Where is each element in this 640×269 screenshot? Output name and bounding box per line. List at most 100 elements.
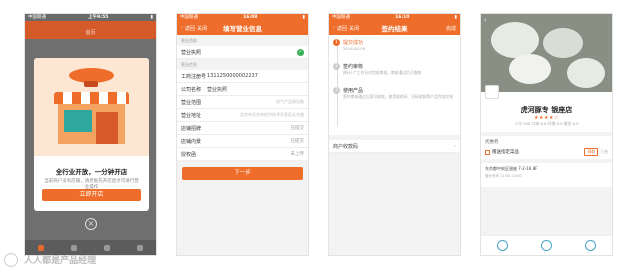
company-label: 公司名称 bbox=[181, 86, 202, 93]
qr-code-row[interactable]: 商户收款码 › bbox=[329, 140, 460, 153]
store-title-block: 虎河豚专 银座店 ★★★★☆ 人均 ¥98 口味 8.8 环境 8.9 服务 8… bbox=[481, 92, 612, 132]
store-meta: 人均 ¥98 口味 8.8 环境 8.9 服务 8.9 bbox=[514, 121, 579, 126]
close-label[interactable]: 关闭 bbox=[349, 25, 359, 32]
status-bar: 中国联通 16:08 ▮ bbox=[177, 14, 308, 21]
plate-shape bbox=[509, 54, 551, 84]
battery-icon: ▮ bbox=[150, 15, 153, 20]
reg-number-value: 1311250000002237 bbox=[207, 73, 258, 79]
tab-messages-icon[interactable] bbox=[103, 244, 110, 251]
license-row[interactable]: 营业执照 ✓ bbox=[177, 46, 308, 59]
carrier-label: 中国联通 bbox=[28, 15, 46, 20]
phone-screen-store-detail: ‹ 虎河豚专 银座店 ★★★★☆ 人均 ¥98 口味 8.8 环境 8.9 服务… bbox=[480, 13, 613, 256]
tab-orders-icon[interactable] bbox=[71, 244, 78, 251]
promo-header: 优惠券 bbox=[485, 140, 499, 145]
sign-row[interactable]: 店铺招牌 已提交 bbox=[177, 122, 308, 135]
watermark-logo-icon bbox=[4, 253, 18, 267]
battery-icon: ▮ bbox=[302, 15, 305, 20]
step-number: 2 bbox=[333, 63, 340, 70]
scope-row[interactable]: 营业范围 电气产品和设备 bbox=[177, 96, 308, 109]
address-row[interactable]: 营业地址 北京市北京市经济技术开发区太合路 bbox=[177, 109, 308, 122]
authorization-value: 未上传 bbox=[290, 152, 305, 157]
store-illustration bbox=[34, 58, 149, 156]
close-icon[interactable]: × bbox=[85, 218, 97, 230]
watermark-text: 人人都是产品经理 bbox=[24, 255, 97, 266]
open-store-modal: 全行业开放，一分钟开店 当前商户没有店铺，请老板先开店后才可进行营业操作 立即开… bbox=[34, 58, 149, 211]
step-number: 3 bbox=[333, 87, 340, 94]
close-label[interactable]: 关闭 bbox=[197, 25, 207, 32]
timeline-step: 1 提交成功 2016-08-09 bbox=[333, 39, 456, 51]
blimp-icon bbox=[69, 68, 114, 87]
carrier-label: 中国联通 bbox=[180, 15, 198, 20]
authorization-row[interactable]: 授权函 未上传 bbox=[177, 148, 308, 161]
sign-label: 店铺招牌 bbox=[181, 125, 202, 132]
address-section[interactable]: 东京都中央区银座 7-2-16 8F 营业时间 11:00-23:00 bbox=[481, 163, 612, 187]
promo-item[interactable]: 赠送指定菜品 领取 已售 bbox=[485, 148, 608, 156]
back-button[interactable]: ‹ 返回 关闭 bbox=[333, 25, 359, 32]
shop-door-shape bbox=[96, 112, 118, 144]
modal-text: 全行业开放，一分钟开店 当前商户没有店铺，请老板先开店后才可进行营业操作 bbox=[34, 156, 149, 191]
timeline-line bbox=[337, 45, 338, 127]
back-button[interactable]: ‹ 返回 关闭 bbox=[181, 25, 207, 32]
step-name: 使用产品 bbox=[343, 88, 364, 94]
nav-bar: ‹ 返回 关闭 填写营业信息 bbox=[177, 21, 308, 35]
sign-value: 已提交 bbox=[290, 126, 305, 131]
nav-bar: ‹ 返回 关闭 签约结果 完成 bbox=[329, 21, 460, 35]
tab-profile-icon[interactable] bbox=[136, 244, 143, 251]
authorization-label: 授权函 bbox=[181, 151, 197, 158]
done-button[interactable]: 完成 bbox=[446, 25, 456, 32]
watermark: 人人都是产品经理 bbox=[4, 253, 97, 267]
status-bar: 中国联通 16:10 ▮ bbox=[329, 14, 460, 21]
sold-label: 已售 bbox=[600, 149, 608, 154]
step-number: 1 bbox=[333, 39, 340, 46]
status-time: 16:10 bbox=[395, 15, 410, 20]
phone-screen-business-info: 中国联通 16:08 ▮ ‹ 返回 关闭 填写营业信息 营业资质 营业执照 ✓ … bbox=[176, 13, 309, 256]
store-name: 虎河豚专 银座店 bbox=[520, 106, 573, 114]
plate-shape bbox=[567, 58, 605, 88]
promo-item-label: 赠送指定菜品 bbox=[492, 150, 519, 155]
check-icon: ✓ bbox=[297, 48, 304, 56]
interior-label: 店铺内景 bbox=[181, 138, 202, 145]
company-row[interactable]: 公司名称 营业执照 bbox=[177, 83, 308, 96]
status-time: 16:08 bbox=[243, 15, 258, 20]
store-address: 东京都中央区银座 7-2-16 8F bbox=[485, 166, 538, 171]
share-icon[interactable] bbox=[584, 240, 596, 251]
tab-home-icon[interactable] bbox=[38, 244, 45, 251]
store-photo: ‹ bbox=[481, 14, 612, 92]
scope-value: 电气产品和设备 bbox=[276, 99, 304, 104]
open-store-button[interactable]: 立即开店 bbox=[42, 189, 141, 201]
reg-number-label: 工商注册号 bbox=[181, 73, 207, 80]
step-desc: 预计1个工作日内完成审核，审核通过后可收款 bbox=[343, 70, 422, 75]
coupon-icon bbox=[485, 149, 490, 155]
phone-icon[interactable] bbox=[497, 240, 509, 251]
reg-number-row[interactable]: 工商注册号 1311250000002237 bbox=[177, 70, 308, 83]
address-label: 营业地址 bbox=[181, 112, 202, 119]
step-desc: 2016-08-09 bbox=[343, 46, 366, 51]
shop-window-shape bbox=[64, 110, 92, 132]
modal-title: 全行业开放，一分钟开店 bbox=[55, 168, 128, 176]
phone-screen-sign-result: 中国联通 16:10 ▮ ‹ 返回 关闭 签约结果 完成 1 提交成功 2016… bbox=[328, 13, 461, 256]
store-logo bbox=[485, 85, 499, 99]
back-icon[interactable]: ‹ bbox=[484, 17, 486, 24]
action-bar bbox=[481, 235, 612, 255]
interior-row[interactable]: 店铺内景 已提交 bbox=[177, 135, 308, 148]
home-title: 首页 bbox=[85, 30, 96, 36]
claim-button[interactable]: 领取 bbox=[584, 148, 599, 156]
next-button[interactable]: 下一步 bbox=[182, 167, 303, 180]
battery-icon: ▮ bbox=[454, 15, 457, 20]
business-hours: 营业时间 11:00-23:00 bbox=[485, 174, 522, 178]
timeline-step: 3 使用产品 签约审核通过后即可收款，使用收款码、扫码收款等产品完成交易 bbox=[333, 87, 456, 99]
progress-timeline: 1 提交成功 2016-08-09 2 签约审核 预计1个工作日内完成审核，审核… bbox=[329, 35, 460, 135]
back-label: 返回 bbox=[337, 25, 348, 32]
license-label: 营业执照 bbox=[181, 49, 202, 56]
plate-shape bbox=[543, 28, 583, 58]
chevron-left-icon: ‹ bbox=[333, 25, 335, 31]
status-bar: 中国联通 上午9:55 ▮ bbox=[25, 14, 156, 21]
screenshot-stage: 中国联通 上午9:55 ▮ 首页 全行业开放，一分钟开店 当前商户没有店铺，请老… bbox=[0, 0, 640, 269]
step-name: 提交成功 bbox=[343, 40, 364, 46]
navigate-icon[interactable] bbox=[540, 240, 552, 251]
section-label-qualification: 营业资质 bbox=[181, 38, 197, 43]
step-name: 签约审核 bbox=[343, 64, 364, 70]
chevron-left-icon: ‹ bbox=[181, 25, 183, 31]
scope-label: 营业范围 bbox=[181, 99, 202, 106]
promo-section: 优惠券 赠送指定菜品 领取 已售 bbox=[481, 136, 612, 159]
